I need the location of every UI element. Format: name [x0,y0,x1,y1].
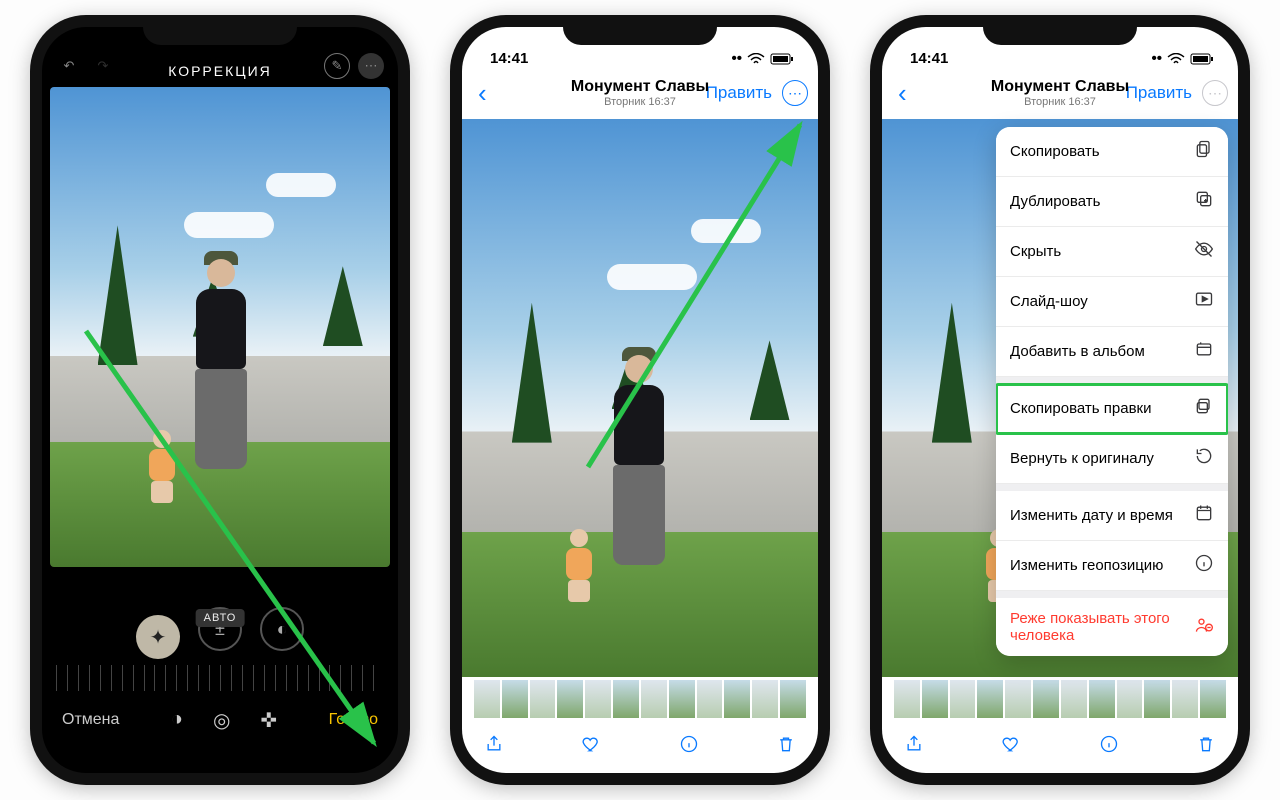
duplicate-icon [1194,189,1214,214]
share-icon[interactable] [484,734,504,760]
revert-icon [1194,446,1214,471]
menu-item-label: Добавить в альбом [1010,343,1145,360]
phone-menu-screen: 14:41 •• ‹ Монумент Славы Вторник 16:37 … [870,15,1250,785]
photo-view[interactable] [462,119,818,677]
undo-icon[interactable]: ↶ [56,53,82,79]
favorite-icon[interactable] [1001,734,1021,760]
adjust-slider[interactable] [56,665,384,691]
menu-item-label: Изменить геопозицию [1010,557,1163,574]
menu-item-label: Скопировать правки [1010,400,1151,417]
album-icon [1194,339,1214,364]
person-icon [1194,615,1214,640]
menu-item-label: Дублировать [1010,193,1100,210]
menu-item-copy-edits[interactable]: Скопировать правки [996,384,1228,434]
menu-item-duplicate[interactable]: Дублировать [996,177,1228,227]
edit-button[interactable]: Править [706,83,772,103]
info-icon[interactable] [1099,734,1119,760]
copy-edits-icon [1194,396,1214,421]
crop-tab-icon[interactable]: ✜ [260,708,277,733]
menu-item-location[interactable]: Изменить геопозицию [996,541,1228,591]
menu-item-hide[interactable]: Скрыть [996,227,1228,277]
auto-label: АВТО [196,609,245,627]
menu-item-calendar[interactable]: Изменить дату и время [996,491,1228,541]
menu-item-person[interactable]: Реже показывать этого человека [996,598,1228,656]
markup-icon[interactable]: ✎ [324,53,350,79]
filters-tab-icon[interactable]: ◎ [213,708,230,733]
context-menu: Скопировать Дублировать Скрыть Слайд-шоу Доб… [996,127,1228,656]
edit-button[interactable]: Править [1126,83,1192,103]
menu-item-label: Скрыть [1010,243,1061,260]
trash-icon[interactable] [1196,734,1216,760]
copy-icon [1194,139,1214,164]
status-indicators-icon: •• [1151,50,1214,67]
brilliance-adjust-button[interactable]: ◐ [260,607,304,651]
menu-item-label: Скопировать [1010,143,1100,160]
hide-icon [1194,239,1214,264]
phone-viewer-screen: 14:41 •• ‹ Монумент Славы Вторник 16:37 … [450,15,830,785]
thumbnail-strip[interactable] [462,677,818,721]
redo-icon: ↷ [90,53,116,79]
share-icon[interactable] [904,734,924,760]
thumbnail-strip[interactable] [882,677,1238,721]
calendar-icon [1194,503,1214,528]
edit-title: КОРРЕКЦИЯ [116,63,324,79]
status-time: 14:41 [910,50,948,67]
adjust-tab-icon[interactable]: ◑ [171,708,183,733]
status-indicators-icon: •• [731,50,794,67]
photo-preview[interactable] [50,87,390,567]
menu-item-album[interactable]: Добавить в альбом [996,327,1228,377]
photo-toolbar [462,721,818,773]
navbar: ‹ Монумент Славы Вторник 16:37 Править ⋯ [462,67,818,119]
menu-item-label: Слайд-шоу [1010,293,1088,310]
back-button[interactable]: ‹ [472,78,493,109]
menu-item-label: Изменить дату и время [1010,507,1173,524]
play-icon [1194,289,1214,314]
cancel-button[interactable]: Отмена [62,711,119,729]
favorite-icon[interactable] [581,734,601,760]
trash-icon[interactable] [776,734,796,760]
menu-item-play[interactable]: Слайд-шоу [996,277,1228,327]
more-menu-button[interactable]: ⋯ [1202,80,1228,106]
menu-item-copy[interactable]: Скопировать [996,127,1228,177]
status-time: 14:41 [490,50,528,67]
phone-edit-screen: ↶ ↷ КОРРЕКЦИЯ ✎ ⋯ АВТО ✦ ± ◐ [30,15,410,785]
navbar: ‹ Монумент Славы Вторник 16:37 Править ⋯ [882,67,1238,119]
menu-item-revert[interactable]: Вернуть к оригиналу [996,434,1228,484]
back-button[interactable]: ‹ [892,78,913,109]
auto-adjust-button[interactable]: ✦ [136,615,180,659]
menu-item-label: Вернуть к оригиналу [1010,450,1154,467]
menu-item-label: Реже показывать этого человека [1010,610,1194,644]
photo-toolbar [882,721,1238,773]
done-button[interactable]: Готово [329,711,378,729]
info-icon[interactable] [679,734,699,760]
more-menu-button[interactable]: ⋯ [782,80,808,106]
location-icon [1194,553,1214,578]
edit-bottom-bar: Отмена ◑ ◎ ✜ Готово [42,691,398,749]
more-icon[interactable]: ⋯ [358,53,384,79]
